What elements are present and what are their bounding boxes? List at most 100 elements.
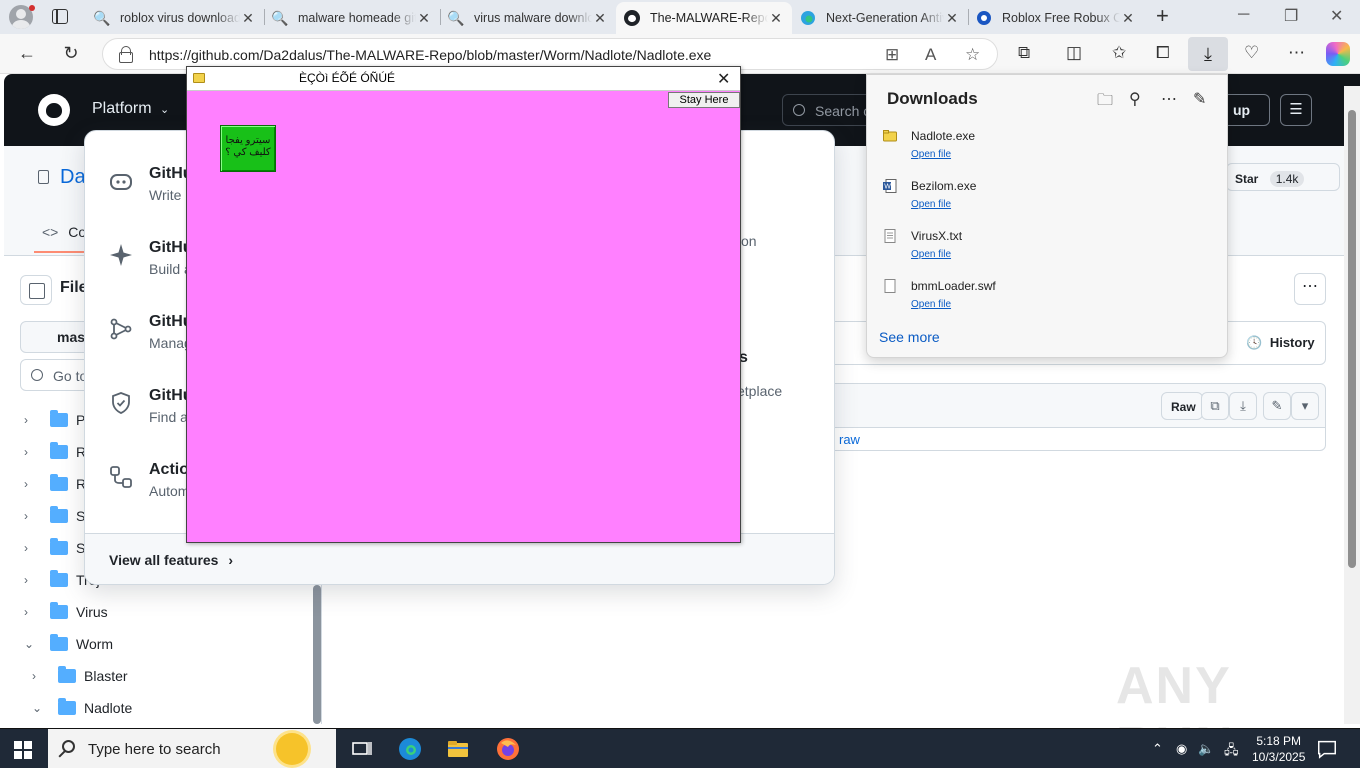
restore-icon[interactable]: ❐ xyxy=(1284,6,1298,26)
download-icon[interactable]: ⤓ xyxy=(1229,392,1257,420)
speaker-icon[interactable]: 🔈 xyxy=(1198,741,1214,757)
close-icon[interactable]: ✕ xyxy=(717,69,730,89)
history-icon: 🕓 xyxy=(1246,335,1263,350)
tree-folder-item[interactable]: › Blaster xyxy=(32,665,128,687)
folder-name: Nadlote xyxy=(84,700,133,716)
search-icon[interactable]: ⚲ xyxy=(1129,89,1141,109)
file-explorer-icon[interactable] xyxy=(446,737,470,761)
open-file-link[interactable]: Open file xyxy=(911,299,951,310)
chevron-down-icon[interactable]: ▾ xyxy=(1291,392,1319,420)
browser-essentials-icon[interactable]: ♡ xyxy=(1244,43,1259,63)
copy-icon[interactable]: ⧉ xyxy=(1201,392,1229,420)
tab-virus-malware-download[interactable]: 🔍 virus malware download ✕ xyxy=(440,2,616,34)
app-available-icon[interactable]: ⊞ xyxy=(885,45,899,65)
tab-malware-repo[interactable]: The-MALWARE-Repo/ ✕ xyxy=(616,2,792,34)
shield-icon xyxy=(112,392,130,414)
refresh-icon[interactable]: ↻ xyxy=(60,42,82,64)
firefox-icon[interactable] xyxy=(496,737,520,761)
extensions-icon[interactable]: ⧉ xyxy=(1018,43,1030,63)
tree-folder-item[interactable]: ›Po xyxy=(24,409,93,431)
popup-titlebar[interactable]: ÈÇÒì ÉÕÉ ÓÑÚÉ ✕ xyxy=(187,67,740,91)
task-view-icon[interactable] xyxy=(350,737,374,761)
sliders-icon[interactable]: ☰ xyxy=(1280,94,1312,126)
open-file-link[interactable]: Open file xyxy=(911,199,951,210)
close-tab-icon[interactable]: ✕ xyxy=(240,10,256,27)
workflow-icon xyxy=(110,466,132,488)
tab-code[interactable]: <> Co xyxy=(42,224,86,240)
close-tab-icon[interactable]: ✕ xyxy=(592,10,608,27)
menu-item-desc: Find a xyxy=(149,409,188,425)
network-icon[interactable]: 🖧 xyxy=(1224,741,1239,763)
page-scrollbar[interactable] xyxy=(1344,86,1360,724)
stay-here-button[interactable]: Stay Here xyxy=(668,92,740,108)
tab-malware-homeade-github[interactable]: 🔍 malware homeade github ✕ xyxy=(264,2,440,34)
popup-green-button[interactable]: سيترو يفجا كليف كي ؟ xyxy=(220,125,276,172)
edit-pencil-icon[interactable]: ✎ xyxy=(1263,392,1291,420)
url-text[interactable]: https://github.com/Da2dalus/The-MALWARE-… xyxy=(149,47,711,63)
taskbar-search-box[interactable]: Type here to search xyxy=(48,729,336,768)
favorites-icon[interactable]: ✩ xyxy=(1112,43,1126,63)
download-item[interactable]: W Bezilom.exe Open file xyxy=(883,177,1203,221)
malware-popup-window[interactable]: ÈÇÒì ÉÕÉ ÓÑÚÉ ✕ Stay Here سيترو يفجا كلي… xyxy=(186,66,741,543)
split-screen-icon[interactable]: ◫ xyxy=(1066,43,1082,63)
tab-roblox-virus-download[interactable]: 🔍 roblox virus download ✕ xyxy=(86,2,264,34)
close-tab-icon[interactable]: ✕ xyxy=(768,10,784,27)
view-raw-link[interactable]: raw xyxy=(839,432,860,447)
tree-folder-item[interactable]: ›Sp xyxy=(24,505,93,527)
history-label: History xyxy=(1269,335,1315,350)
close-tab-icon[interactable]: ✕ xyxy=(416,10,432,27)
close-window-icon[interactable]: ✕ xyxy=(1330,6,1343,26)
copilot-icon[interactable] xyxy=(1326,42,1350,66)
taskbar-search-placeholder: Type here to search xyxy=(88,741,221,758)
more-options-icon[interactable]: ⋯ xyxy=(1161,89,1177,109)
close-tab-icon[interactable]: ✕ xyxy=(1120,10,1136,27)
see-more-link[interactable]: See more xyxy=(879,329,940,345)
read-aloud-icon[interactable]: A xyxy=(925,45,936,65)
open-folder-icon[interactable]: 🗀 xyxy=(1097,89,1113,116)
star-button[interactable]: Star 1.4k xyxy=(1226,163,1340,191)
back-arrow-icon[interactable]: ← xyxy=(16,42,38,64)
view-all-features-link[interactable]: View all features › xyxy=(109,552,233,568)
code-icon: <> xyxy=(42,224,59,240)
downloads-panel: Downloads 🗀 ⚲ ⋯ ✎ Nadlote.exe Open file … xyxy=(866,74,1228,358)
github-logo-icon[interactable] xyxy=(38,94,70,126)
network-icon xyxy=(110,318,132,340)
download-item[interactable]: bmmLoader.swf Open file xyxy=(883,277,1203,321)
pin-icon[interactable]: ✎ xyxy=(1193,89,1206,109)
chevron-up-icon[interactable]: ⌃ xyxy=(1152,741,1163,757)
download-item[interactable]: Nadlote.exe Open file xyxy=(883,127,1203,171)
windows-start-icon[interactable] xyxy=(14,741,32,759)
minimize-icon[interactable]: ─ xyxy=(1238,6,1249,24)
tab-actions-icon[interactable] xyxy=(52,9,68,24)
edge-browser-icon[interactable] xyxy=(398,737,422,761)
tree-folder-item[interactable]: › Virus xyxy=(24,601,108,623)
favorite-star-icon[interactable]: ☆ xyxy=(965,45,980,65)
scrollbar-thumb[interactable] xyxy=(1348,110,1356,568)
new-tab-button[interactable]: + xyxy=(1156,5,1169,27)
lock-icon[interactable] xyxy=(119,46,133,63)
tree-scrollbar[interactable] xyxy=(313,585,321,724)
tree-folder-item[interactable]: ⌄ Nadlote xyxy=(32,697,132,719)
history-button[interactable]: 🕓 History xyxy=(1246,335,1315,351)
close-tab-icon[interactable]: ✕ xyxy=(944,10,960,27)
downloads-icon[interactable]: ⤓ xyxy=(1188,37,1228,71)
download-filename: bmmLoader.swf xyxy=(911,279,996,293)
search-icon: 🔍 xyxy=(271,9,289,26)
open-file-link[interactable]: Open file xyxy=(911,149,951,160)
more-options-icon[interactable]: ⋯ xyxy=(1294,273,1326,305)
webcam-icon[interactable]: ◉ xyxy=(1176,741,1187,757)
more-menu-icon[interactable]: ⋯ xyxy=(1288,43,1305,63)
tab-next-generation-antivirus[interactable]: Next-Generation Antivirus ✕ xyxy=(792,2,968,34)
download-item[interactable]: VirusX.txt Open file xyxy=(883,227,1203,271)
tree-folder-item[interactable]: ⌄ Worm xyxy=(24,633,113,655)
notification-icon[interactable] xyxy=(1316,738,1338,760)
system-clock[interactable]: 5:18 PM 10/3/2025 xyxy=(1252,733,1305,765)
platform-menu-button[interactable]: Platform ⌄ xyxy=(92,100,169,118)
sidebar-toggle-icon[interactable] xyxy=(20,275,52,305)
raw-button[interactable]: Raw xyxy=(1161,392,1203,420)
menu-link-fragment[interactable]: etplace xyxy=(737,383,782,399)
open-file-link[interactable]: Open file xyxy=(911,249,951,260)
tab-roblox-free-robux[interactable]: Roblox Free Robux Co ✕ xyxy=(968,2,1144,34)
collections-icon[interactable]: ⧠ xyxy=(1156,43,1170,63)
repo-owner-link[interactable]: Da xyxy=(60,166,86,189)
